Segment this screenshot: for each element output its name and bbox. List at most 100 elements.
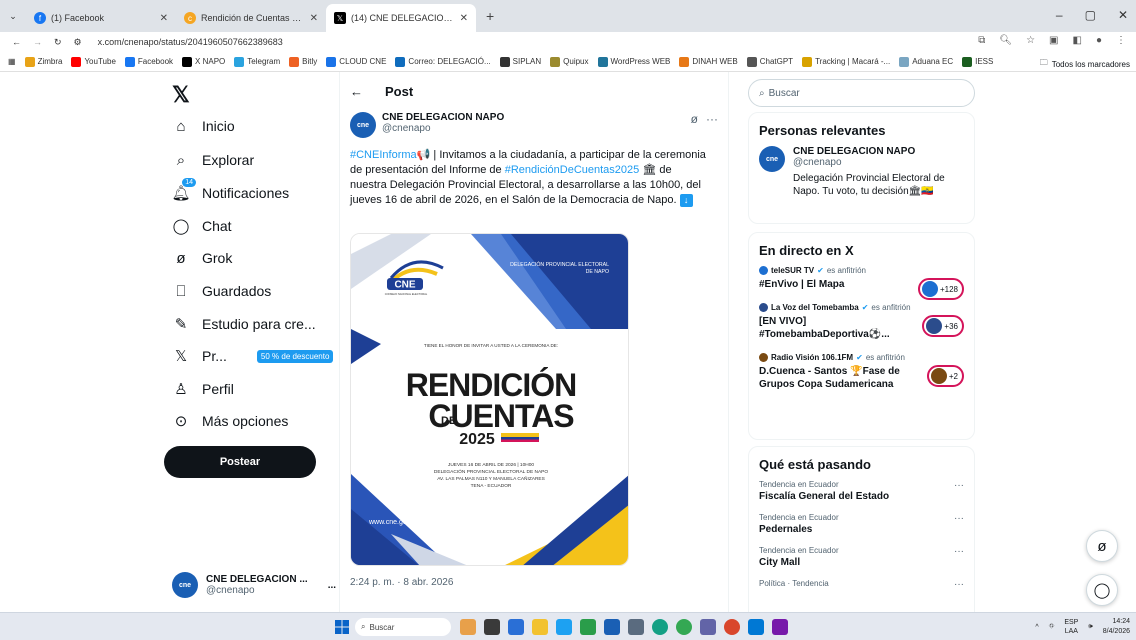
- back-icon[interactable]: ←: [12, 37, 21, 47]
- search-input[interactable]: ⌕ Buscar: [748, 79, 975, 107]
- star-icon[interactable]: ☆: [1026, 35, 1035, 46]
- bookmark-item[interactable]: Bitly: [289, 56, 317, 67]
- bookmark-item[interactable]: SIPLAN: [499, 56, 541, 67]
- bookmark-item[interactable]: IESS: [962, 56, 993, 67]
- firefox-icon[interactable]: [724, 619, 740, 635]
- bookmark-item[interactable]: Facebook: [124, 56, 173, 67]
- more-options-icon[interactable]: ···: [706, 112, 718, 126]
- nav-item-chat[interactable]: ◯ Chat: [172, 217, 232, 235]
- profile-avatar-icon[interactable]: ●: [1096, 35, 1102, 46]
- url-field[interactable]: x.com/cnenapo/status/2041960507662389683: [98, 37, 283, 47]
- browser-tab-facebook[interactable]: f (1) Facebook ✕: [26, 4, 176, 32]
- bookmark-item[interactable]: CLOUD CNE: [326, 56, 386, 67]
- chevron-up-icon[interactable]: ^: [1035, 624, 1038, 631]
- bookmark-item[interactable]: Quipux: [550, 56, 589, 67]
- nav-item-inicio[interactable]: ⌂ Inicio: [172, 117, 234, 135]
- browser-tab-x-active[interactable]: 𝕏 (14) CNE DELEGACION NAPO ✕: [326, 4, 476, 32]
- tab-search-chevron-icon[interactable]: ⌄: [0, 11, 26, 22]
- more-options-icon[interactable]: ···: [954, 546, 964, 557]
- relevant-person[interactable]: cne CNE DELEGACION NAPO @cnenapo Delegac…: [759, 146, 964, 198]
- translate-icon[interactable]: ⧉: [978, 35, 985, 46]
- trend-item[interactable]: Tendencia en Ecuador City Mall ···: [759, 546, 964, 568]
- close-icon[interactable]: ✕: [160, 13, 168, 24]
- more-options-icon[interactable]: ···: [954, 513, 964, 524]
- teams-icon[interactable]: [700, 619, 716, 635]
- nav-item-guardados[interactable]: ⎕ Guardados: [172, 282, 271, 300]
- menu-icon[interactable]: ⋮: [1116, 35, 1126, 46]
- reload-icon[interactable]: ↻: [54, 37, 62, 48]
- trend-item[interactable]: Tendencia en Ecuador Pedernales ···: [759, 513, 964, 535]
- close-window-icon[interactable]: ✕: [1118, 8, 1128, 22]
- language-indicator[interactable]: ESP LAA: [1064, 618, 1078, 636]
- site-info-icon[interactable]: ⚙: [74, 37, 82, 48]
- edge-icon[interactable]: [556, 619, 572, 635]
- live-listeners-pill[interactable]: +128: [917, 278, 964, 300]
- more-icon[interactable]: ...: [328, 580, 336, 591]
- bookmark-item[interactable]: Zimbra: [24, 56, 62, 67]
- live-space-item[interactable]: teleSUR TV ✔ es anfitrión #EnVivo | El Mapa…: [759, 266, 964, 300]
- live-listeners-pill[interactable]: +36: [922, 315, 964, 337]
- back-arrow-icon[interactable]: ←: [350, 84, 363, 99]
- bookmark-item[interactable]: WordPress WEB: [597, 56, 670, 67]
- close-icon[interactable]: ✕: [460, 13, 468, 24]
- forward-icon[interactable]: →: [33, 37, 42, 47]
- widget-icon[interactable]: [460, 619, 476, 635]
- premium-discount-badge[interactable]: 50 % de descuento: [256, 349, 334, 363]
- hashtag-link[interactable]: #CNEInforma: [350, 149, 417, 161]
- powerpoint-icon[interactable]: [772, 619, 788, 635]
- extensions-icon[interactable]: ▣: [1049, 35, 1058, 46]
- bookmark-item[interactable]: Correo: DELEGACIÓ...: [395, 56, 491, 67]
- clock[interactable]: 14:24 8/4/2026: [1103, 617, 1130, 637]
- chrome-icon[interactable]: [676, 619, 692, 635]
- outlook-icon[interactable]: [748, 619, 764, 635]
- bookmark-item[interactable]: X NAPO: [182, 56, 225, 67]
- file-explorer-icon[interactable]: [532, 619, 548, 635]
- taskbar-search[interactable]: ⌕ Buscar: [355, 618, 451, 636]
- hashtag-link[interactable]: #RendiciónDeCuentas2025: [505, 164, 640, 176]
- messages-float-button[interactable]: ◯: [1086, 574, 1118, 606]
- nav-item-perfil[interactable]: ♙ Perfil: [172, 380, 234, 398]
- browser-tab-rendicion[interactable]: c Rendición de Cuentas Napo 20 ✕: [176, 4, 326, 32]
- nav-item-más-opciones[interactable]: ⊙ Más opciones: [172, 412, 289, 430]
- all-bookmarks[interactable]: 🗀 Todos los marcadores: [1040, 57, 1130, 71]
- store-icon[interactable]: [508, 619, 524, 635]
- bookmark-item[interactable]: DINAH WEB: [679, 56, 738, 67]
- post-button[interactable]: Postear: [164, 446, 316, 478]
- live-listeners-pill[interactable]: +2: [926, 365, 964, 387]
- bookmark-item[interactable]: Aduana EC: [899, 56, 953, 67]
- calculator-icon[interactable]: [628, 619, 644, 635]
- more-options-icon[interactable]: ···: [954, 579, 964, 590]
- trend-item[interactable]: Tendencia en Ecuador Fiscalía General del…: [759, 480, 964, 502]
- apps-icon[interactable]: ▦: [8, 57, 16, 66]
- trend-item[interactable]: Política · Tendencia ···: [759, 579, 964, 590]
- new-tab-button[interactable]: +: [476, 8, 504, 24]
- live-space-item[interactable]: La Voz del Tomebamba ✔ es anfitrión [EN VIV…: [759, 303, 964, 341]
- word-icon[interactable]: [604, 619, 620, 635]
- live-space-item[interactable]: Radio Visión 106.1FM ✔ es anfitrión D.Cuenc…: [759, 353, 964, 391]
- bookmark-item[interactable]: YouTube: [71, 56, 116, 67]
- post-author[interactable]: cne CNE DELEGACION NAPO @cnenapo: [350, 112, 504, 138]
- zoom-icon[interactable]: 🔍︎: [999, 35, 1012, 46]
- bookmark-item[interactable]: Telegram: [234, 56, 280, 67]
- nav-item-explorar[interactable]: ⌕ Explorar: [172, 151, 254, 169]
- nav-item-estudio-para-cre[interactable]: ✎ Estudio para cre...: [172, 315, 316, 333]
- grok-icon[interactable]: ø: [691, 112, 698, 126]
- windows-start-icon[interactable]: [335, 620, 349, 634]
- network-icon[interactable]: ⛗: [1049, 623, 1055, 631]
- maximize-icon[interactable]: ▢: [1085, 8, 1096, 22]
- post-timestamp[interactable]: 2:24 p. m. · 8 abr. 2026: [350, 577, 453, 588]
- account-switcher[interactable]: cne CNE DELEGACION ... @cnenapo ...: [172, 572, 336, 598]
- nav-item-pr[interactable]: 𝕏 Pr... 50 % de descuento: [172, 347, 334, 365]
- grok-float-button[interactable]: ø: [1086, 530, 1118, 562]
- minimize-icon[interactable]: –: [1056, 8, 1063, 22]
- bookmark-item[interactable]: ChatGPT: [746, 56, 793, 67]
- volume-icon[interactable]: 🕪: [1088, 623, 1092, 631]
- bookmark-item[interactable]: Tracking | Macará -...: [802, 56, 890, 67]
- x-logo-icon[interactable]: 𝕏: [172, 82, 190, 108]
- task-view-icon[interactable]: [484, 619, 500, 635]
- sidepanel-icon[interactable]: ◧: [1073, 35, 1082, 46]
- post-image[interactable]: CNE CONSEJO NACIONAL ELECTORAL DELEGACIÓ…: [350, 233, 629, 566]
- whatsapp-icon[interactable]: [652, 619, 668, 635]
- close-icon[interactable]: ✕: [310, 13, 318, 24]
- nav-item-notificaciones[interactable]: 🔔︎ 14 Notificaciones: [171, 178, 289, 202]
